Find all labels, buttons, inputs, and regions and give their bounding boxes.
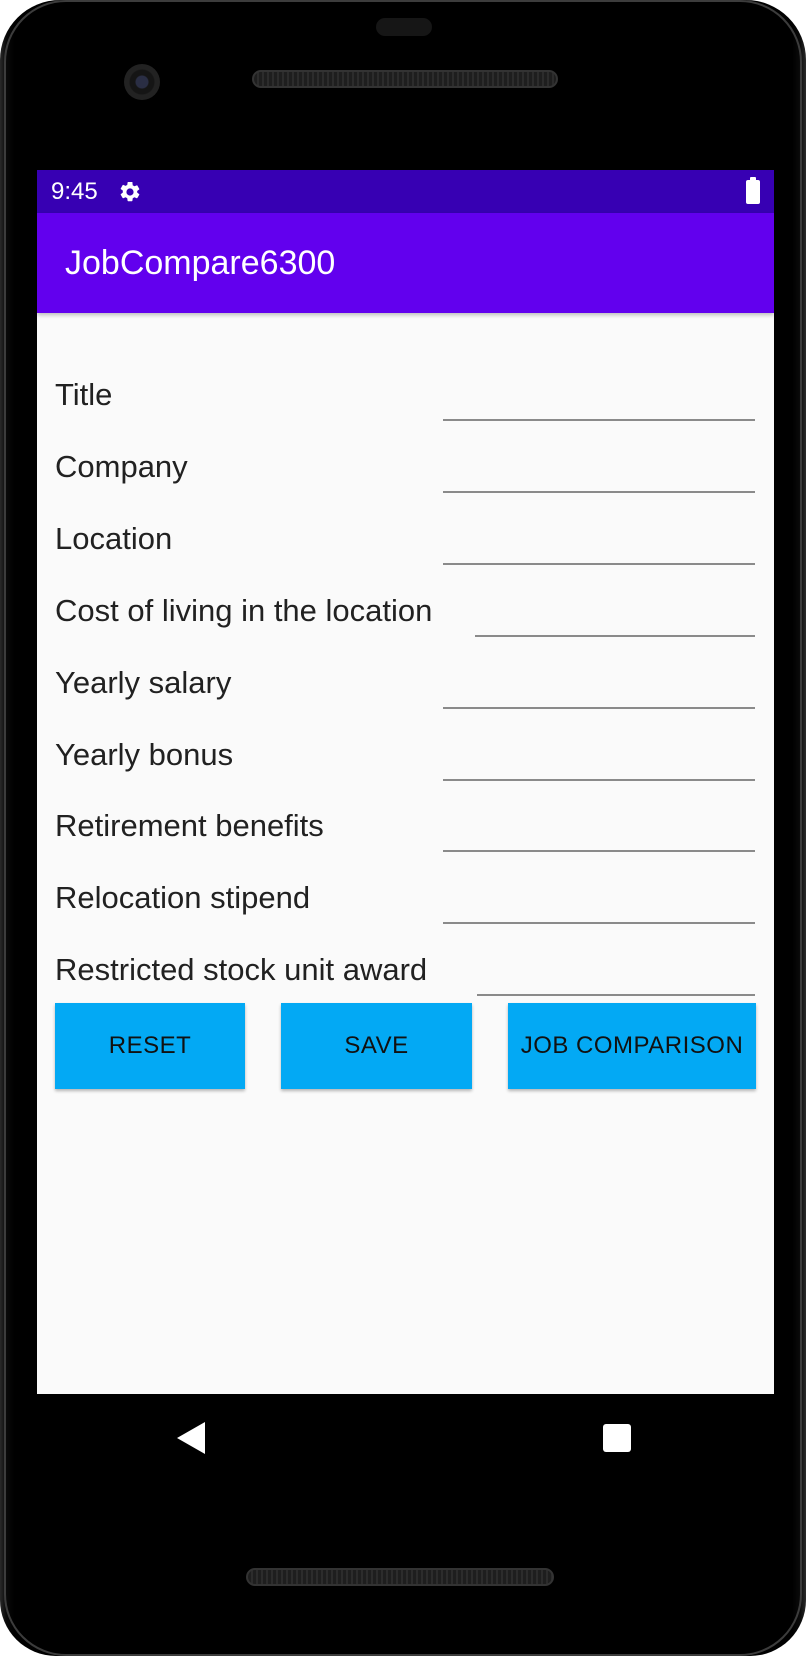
yearly-bonus-input[interactable] <box>443 741 755 781</box>
form-row-retirement-benefits: Retirement benefits <box>55 796 755 852</box>
status-time: 9:45 <box>51 177 98 205</box>
gear-icon <box>120 181 140 201</box>
bottom-speaker <box>246 1568 554 1586</box>
form-row-rsu-award: Restricted stock unit award <box>55 940 755 996</box>
location-label: Location <box>55 521 173 556</box>
app-title: JobCompare6300 <box>65 243 336 282</box>
battery-icon <box>746 177 760 204</box>
system-nav-bar <box>37 1394 774 1484</box>
yearly-bonus-label: Yearly bonus <box>55 737 234 772</box>
form-row-yearly-bonus: Yearly bonus <box>55 725 755 781</box>
app-screen: 9:45 JobCompare6300 Title Company Locati… <box>37 170 774 1394</box>
form-row-yearly-salary: Yearly salary <box>55 653 755 709</box>
app-bar: JobCompare6300 <box>37 213 774 313</box>
company-input[interactable] <box>443 453 755 493</box>
rsu-award-input[interactable] <box>477 956 755 996</box>
form-row-location: Location <box>55 509 755 565</box>
yearly-salary-input[interactable] <box>443 669 755 709</box>
job-comparison-button[interactable]: JOB COMPARISON <box>508 1003 756 1089</box>
front-camera <box>124 64 160 100</box>
company-label: Company <box>55 449 188 484</box>
relocation-stipend-input[interactable] <box>443 884 755 924</box>
cost-of-living-label: Cost of living in the location <box>55 593 433 628</box>
retirement-benefits-input[interactable] <box>443 812 755 852</box>
earpiece-speaker <box>252 70 558 88</box>
yearly-salary-label: Yearly salary <box>55 665 232 700</box>
save-button[interactable]: SAVE <box>281 1003 472 1089</box>
form-row-cost-of-living: Cost of living in the location <box>55 581 755 637</box>
location-input[interactable] <box>443 525 755 565</box>
retirement-benefits-label: Retirement benefits <box>55 808 324 843</box>
back-icon[interactable] <box>177 1422 205 1454</box>
form-row-company: Company <box>55 437 755 493</box>
title-label: Title <box>55 377 113 412</box>
recents-icon[interactable] <box>603 1424 631 1452</box>
reset-button[interactable]: RESET <box>55 1003 245 1089</box>
form-row-relocation-stipend: Relocation stipend <box>55 868 755 924</box>
action-buttons: RESET SAVE JOB COMPARISON <box>55 1003 756 1089</box>
status-bar: 9:45 <box>37 170 774 213</box>
cost-of-living-input[interactable] <box>475 597 755 637</box>
rsu-award-label: Restricted stock unit award <box>55 952 428 987</box>
relocation-stipend-label: Relocation stipend <box>55 880 311 915</box>
top-sensor <box>376 18 432 36</box>
form-row-title: Title <box>55 365 755 421</box>
phone-device: 9:45 JobCompare6300 Title Company Locati… <box>0 0 806 1656</box>
title-input[interactable] <box>443 381 755 421</box>
